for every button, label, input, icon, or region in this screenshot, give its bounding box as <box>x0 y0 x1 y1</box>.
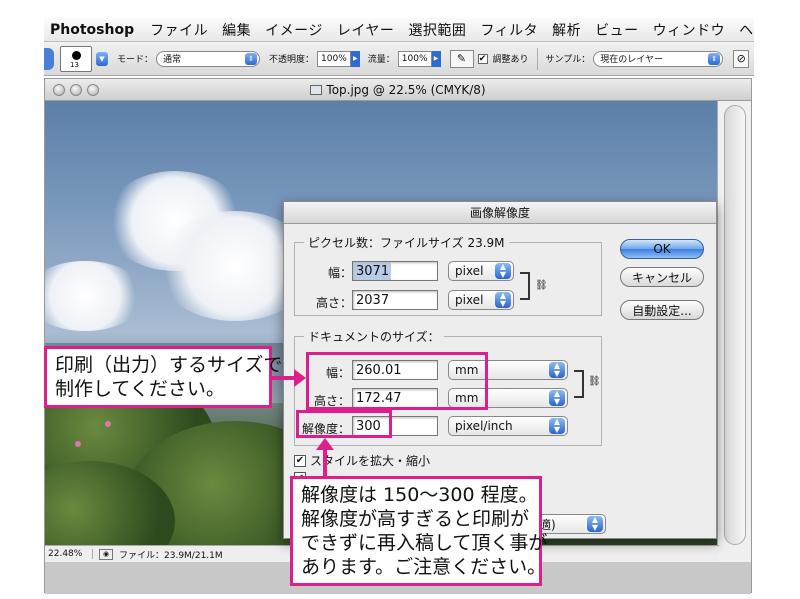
scroll-thumb[interactable] <box>724 105 746 545</box>
updown-arrow-icon: ▲ ▼ <box>495 263 511 279</box>
menu-file[interactable]: ファイル <box>150 20 208 40</box>
zoom-level[interactable]: 22.48% <box>45 549 93 559</box>
sample-label: サンプル： <box>545 55 591 65</box>
resolution-unit: pixel/inch <box>455 419 513 433</box>
width-px-unit: pixel <box>455 264 484 278</box>
scale-styles-label: スタイルを拡大・縮小 <box>310 454 431 468</box>
resolution-unit-select[interactable]: pixel/inch ▲ ▼ <box>448 416 568 436</box>
sample-value: 現在のレイヤー <box>600 55 663 65</box>
close-icon[interactable] <box>53 84 65 96</box>
menu-analysis[interactable]: 解析 <box>552 20 581 40</box>
res-note-line2: 解像度が高すぎると印刷が <box>301 508 530 530</box>
menu-bar: Photoshop ファイル 編集 イメージ レイヤー 選択範囲 フィルタ 解析… <box>44 18 754 42</box>
updown-arrow-icon: ▲ ▼ <box>495 292 511 308</box>
auto-button[interactable]: 自動設定... <box>620 300 704 320</box>
flower <box>75 441 81 447</box>
resolution-highlight <box>296 410 392 438</box>
minimize-icon[interactable] <box>70 84 82 96</box>
menu-view[interactable]: ビュー <box>595 20 639 40</box>
airbrush-icon[interactable]: ✎ <box>449 49 474 68</box>
aligned-label: 調整あり <box>492 55 529 65</box>
height-px-unit-select[interactable]: pixel ▲ ▼ <box>448 290 514 310</box>
ok-button[interactable]: OK <box>620 239 704 259</box>
document-size-highlight <box>306 352 488 410</box>
cancel-button[interactable]: キャンセル <box>620 267 704 287</box>
document-link-bracket <box>574 370 584 398</box>
height-px-label: 高さ： <box>315 296 352 310</box>
aligned-checkbox[interactable]: ✔ <box>477 53 488 64</box>
status-info-icon[interactable]: ◉ <box>99 548 113 560</box>
brush-picker[interactable]: 13 <box>60 45 92 72</box>
menu-edit[interactable]: 編集 <box>222 20 251 40</box>
zoom-icon[interactable] <box>87 84 99 96</box>
file-icon <box>310 84 323 95</box>
brush-dot-icon <box>72 50 81 60</box>
menu-help[interactable]: ヘ <box>739 20 754 40</box>
menu-layer[interactable]: レイヤー <box>337 20 395 40</box>
menu-select[interactable]: 選択範囲 <box>408 20 466 40</box>
res-note-line4: あります。ご注意ください。 <box>301 556 547 578</box>
updown-arrow-icon: ⇕ <box>245 52 258 65</box>
resolution-arrow <box>316 438 334 476</box>
tool-preset-button[interactable] <box>44 47 54 70</box>
ignore-adjustment-icon[interactable]: ⊘ <box>733 49 750 68</box>
document-titlebar[interactable]: Top.jpg @ 22.5% (CMYK/8) <box>45 79 751 101</box>
flow-slider-arrow-icon[interactable]: ▶ <box>431 50 441 67</box>
scale-styles-option[interactable]: ✔ スタイルを拡大・縮小 <box>294 452 430 469</box>
options-separator <box>536 47 538 70</box>
height-px-unit: pixel <box>455 293 484 307</box>
opacity-input[interactable]: 100% <box>317 50 351 67</box>
sample-select[interactable]: 現在のレイヤー ⇕ <box>593 50 724 67</box>
pixel-link-bracket <box>520 272 530 300</box>
menu-window[interactable]: ウィンドウ <box>653 20 726 40</box>
pixel-dimensions-label: ピクセル数：ファイルサイズ 23.9M <box>304 234 509 251</box>
resolution-note-callout: 解像度は 150〜300 程度。 解像度が高すぎると印刷が できずに再入稿して頂… <box>290 476 548 586</box>
dialog-title: 画像解像度 <box>284 202 716 224</box>
file-info: ファイル：23.9M/21.1M <box>119 550 223 561</box>
print-size-line1: 印刷（出力）するサイズで <box>55 354 283 376</box>
app-menu[interactable]: Photoshop <box>50 22 134 38</box>
vertical-scrollbar[interactable] <box>717 101 751 569</box>
updown-arrow-icon: ▲ ▼ <box>549 390 565 406</box>
mode-select[interactable]: 通常 ⇕ <box>156 50 261 67</box>
width-px-input[interactable]: 3071 <box>352 261 438 281</box>
print-size-arrow <box>272 369 306 387</box>
brush-menu-arrow-icon[interactable]: ▼ <box>96 51 108 66</box>
flower <box>105 421 111 427</box>
flow-input[interactable]: 100% <box>397 50 432 67</box>
options-bar: 13 ▼ モード： 通常 ⇕ 不透明度： 100% ▶ 流量： 100% ▶ ✎… <box>44 42 754 76</box>
window-controls <box>53 84 99 96</box>
width-px-label: 幅： <box>327 266 352 280</box>
mode-value: 通常 <box>163 55 182 65</box>
opacity-slider-arrow-icon[interactable]: ▶ <box>350 50 360 67</box>
chain-link-icon: ⛓ <box>535 280 548 291</box>
chain-link-icon: ⛓ <box>588 376 601 387</box>
updown-arrow-icon: ▲ ▼ <box>549 362 565 378</box>
res-note-line3: できずに再入稿して頂く事が <box>301 532 548 554</box>
opacity-label: 不透明度： <box>269 55 315 65</box>
mode-label: モード： <box>117 55 154 65</box>
updown-arrow-icon: ▲ ▼ <box>587 516 603 532</box>
menu-filter[interactable]: フィルタ <box>480 20 538 40</box>
scale-styles-checkbox[interactable]: ✔ <box>294 454 306 467</box>
document-size-label: ドキュメントのサイズ： <box>304 328 444 345</box>
menu-image[interactable]: イメージ <box>265 20 323 40</box>
document-title: Top.jpg @ 22.5% (CMYK/8) <box>326 82 486 97</box>
print-size-callout: 印刷（出力）するサイズで 制作してください。 <box>44 346 283 408</box>
width-px-unit-select[interactable]: pixel ▲ ▼ <box>448 261 514 281</box>
print-size-line2: 制作してください。 <box>55 378 225 400</box>
brush-size: 13 <box>70 60 79 69</box>
flow-label: 流量： <box>367 55 395 65</box>
updown-arrow-icon: ▲ ▼ <box>549 418 565 434</box>
height-px-input[interactable]: 2037 <box>352 290 438 310</box>
res-note-line1: 解像度は 150〜300 程度。 <box>301 484 538 506</box>
updown-arrow-icon: ⇕ <box>708 52 721 65</box>
cloud <box>45 261 145 331</box>
